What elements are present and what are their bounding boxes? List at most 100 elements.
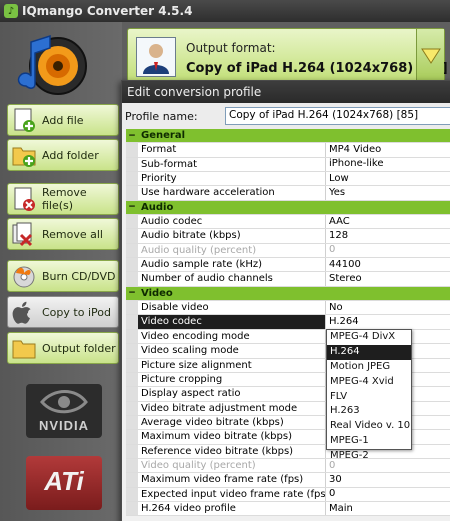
property-label: Video codec xyxy=(138,315,326,329)
profile-name-input[interactable]: Copy of iPad H.264 (1024x768) [85] xyxy=(225,107,450,125)
property-label: Sub-format xyxy=(138,157,326,172)
property-label: Reference video bitrate (kbps) xyxy=(138,444,326,458)
property-value[interactable]: Stereo xyxy=(326,272,450,286)
property-row[interactable]: Number of audio channels Stereo xyxy=(126,272,450,287)
property-label: Audio codec xyxy=(138,215,326,229)
property-label: Picture size alignment xyxy=(138,358,326,372)
folder-icon xyxy=(10,334,38,362)
add-file-label: Add file xyxy=(42,113,84,127)
add-folder-label: Add folder xyxy=(42,148,99,162)
property-row[interactable]: Audio bitrate (kbps) 128 xyxy=(126,229,450,244)
row-margin xyxy=(126,243,138,258)
output-folder-label: Output folder xyxy=(42,341,116,355)
row-margin xyxy=(126,487,138,501)
property-label: Use hardware acceleration xyxy=(138,186,326,200)
row-margin xyxy=(126,329,138,344)
row-margin xyxy=(126,473,138,487)
row-margin xyxy=(126,358,138,372)
codec-option[interactable]: Motion JPEG xyxy=(327,360,411,375)
codec-option[interactable]: FLV xyxy=(327,390,411,405)
dialog-title: Edit conversion profile xyxy=(122,81,450,103)
remove-files-button[interactable]: Remove file(s) xyxy=(7,183,119,215)
property-value[interactable]: 128 xyxy=(326,229,450,243)
codec-option[interactable]: H.263 xyxy=(327,404,411,419)
copy-to-ipod-button[interactable]: Copy to iPod xyxy=(7,296,119,328)
profile-name-row: Profile name: Copy of iPad H.264 (1024x7… xyxy=(122,103,450,129)
property-row[interactable]: Video codec H.264 xyxy=(126,315,450,330)
property-label: Maximum video frame rate (fps) xyxy=(138,473,326,487)
burn-disc-icon xyxy=(10,262,38,290)
category-video[interactable]: − Video xyxy=(126,286,450,302)
property-row[interactable]: Priority Low xyxy=(126,172,450,187)
row-margin xyxy=(126,143,138,157)
add-file-icon xyxy=(10,106,38,134)
property-value[interactable]: Main xyxy=(326,502,450,516)
add-folder-icon xyxy=(10,141,38,169)
category-audio[interactable]: − Audio xyxy=(126,200,450,216)
row-margin xyxy=(126,315,138,329)
codec-option[interactable]: MPEG-2 xyxy=(327,449,411,464)
property-label: Average video bitrate (kbps) xyxy=(138,415,326,430)
app-icon: ♪ xyxy=(4,4,18,18)
category-general[interactable]: − General xyxy=(126,129,450,144)
property-row[interactable]: Disable video No xyxy=(126,301,450,316)
collapse-icon[interactable]: − xyxy=(126,200,138,215)
property-value: 0 xyxy=(329,244,336,256)
property-row[interactable]: H.264 video profile Main xyxy=(126,501,450,517)
codec-option[interactable]: MPEG-4 DivX xyxy=(327,330,411,345)
property-row[interactable]: Audio codec AAC xyxy=(126,215,450,230)
codec-option[interactable]: MPEG-4 Xvid xyxy=(327,375,411,390)
add-file-button[interactable]: Add file xyxy=(7,104,119,136)
property-value[interactable]: H.264 xyxy=(326,315,450,329)
collapse-icon[interactable]: − xyxy=(126,129,138,143)
row-margin xyxy=(126,401,138,415)
add-folder-button[interactable]: Add folder xyxy=(7,139,119,171)
remove-all-label: Remove all xyxy=(42,227,103,241)
property-value[interactable]: 44100 xyxy=(326,258,450,272)
collapse-icon[interactable]: − xyxy=(126,286,138,301)
property-row[interactable]: Audio sample rate (kHz) 44100 xyxy=(126,258,450,273)
property-row[interactable]: Sub-format iPhone-like xyxy=(126,157,450,173)
property-label: Video quality (percent) xyxy=(138,458,326,473)
profile-avatar-icon xyxy=(136,37,176,77)
row-margin xyxy=(126,172,138,186)
remove-all-button[interactable]: Remove all xyxy=(7,218,119,250)
property-value[interactable]: MP4 Video xyxy=(326,143,450,157)
property-value[interactable]: Low xyxy=(326,172,450,186)
property-label: Picture cropping xyxy=(138,372,326,387)
codec-option[interactable]: Real Video v. 10 xyxy=(327,419,411,434)
burn-cd-dvd-button[interactable]: Burn CD/DVD xyxy=(7,260,119,292)
property-value[interactable]: 30 xyxy=(326,473,450,487)
property-row[interactable]: Expected input video frame rate (fps) 0 xyxy=(126,487,450,502)
property-row[interactable]: Maximum video frame rate (fps) 30 xyxy=(126,473,450,488)
output-format-bar[interactable]: Output format: Copy of iPad H.264 (1024x… xyxy=(127,28,448,82)
category-label: Audio xyxy=(141,201,174,213)
codec-option[interactable]: H.264 xyxy=(327,344,411,360)
property-value[interactable]: AAC xyxy=(326,215,450,229)
property-label: Number of audio channels xyxy=(138,272,326,286)
codec-option[interactable]: MPEG-1 xyxy=(327,434,411,449)
row-margin xyxy=(126,501,138,516)
property-label: H.264 video profile xyxy=(138,501,326,516)
copy-to-ipod-label: Copy to iPod xyxy=(42,305,111,319)
output-folder-button[interactable]: Output folder xyxy=(7,332,119,364)
row-margin xyxy=(126,229,138,243)
row-margin xyxy=(126,387,138,401)
sidebar: Add file Add folder Remove file(s) Remov… xyxy=(0,22,122,521)
profile-name-label: Profile name: xyxy=(125,109,198,123)
property-label: Display aspect ratio xyxy=(138,387,326,401)
remove-all-icon xyxy=(10,220,38,248)
property-label: Audio sample rate (kHz) xyxy=(138,258,326,272)
nvidia-logo: NVIDIA xyxy=(26,384,102,438)
property-value[interactable]: iPhone-like xyxy=(326,157,450,171)
property-row[interactable]: Format MP4 Video xyxy=(126,143,450,158)
property-value[interactable]: 0 xyxy=(326,487,450,501)
property-label: Video scaling mode xyxy=(138,344,326,358)
property-row[interactable]: Use hardware acceleration Yes xyxy=(126,186,450,201)
property-value[interactable]: No xyxy=(326,301,450,315)
property-value[interactable]: Yes xyxy=(326,186,450,200)
property-row[interactable]: Audio quality (percent) 0 xyxy=(126,243,450,259)
video-codec-dropdown-list[interactable]: MPEG-4 DivX H.264 Motion JPEG MPEG-4 Xvid FL… xyxy=(326,329,412,461)
output-format-value: Copy of iPad H.264 (1024x768) [85] xyxy=(186,61,448,76)
output-format-dropdown-button[interactable] xyxy=(416,29,444,81)
